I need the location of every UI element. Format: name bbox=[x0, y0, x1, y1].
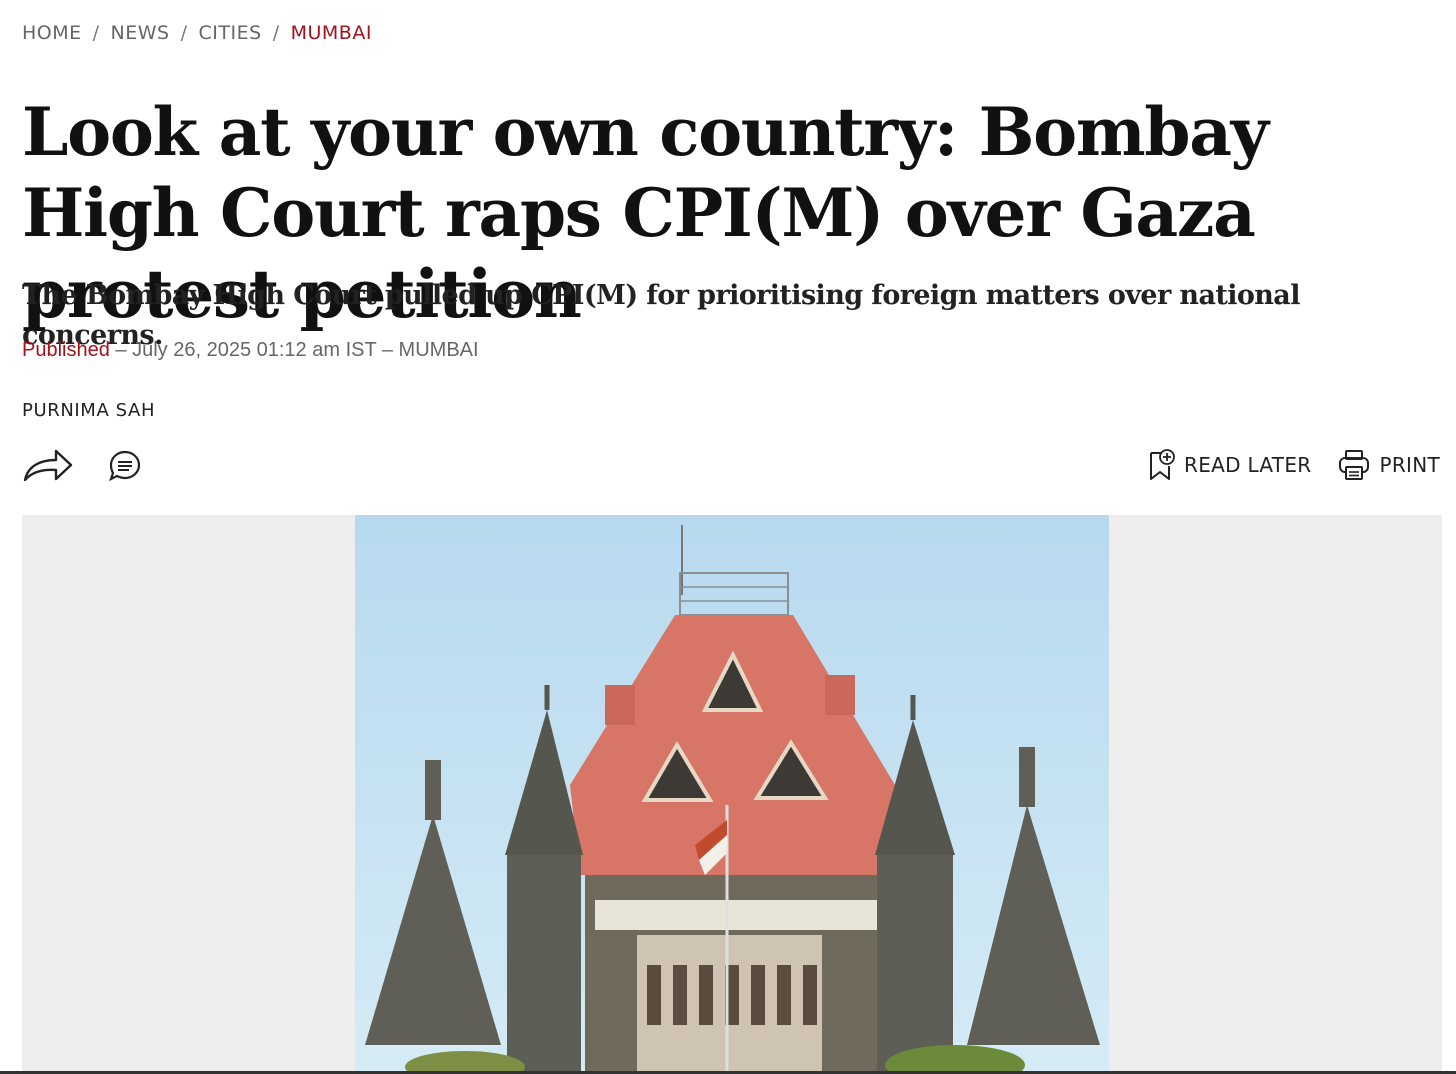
comment-bubble-icon[interactable] bbox=[108, 449, 142, 483]
breadcrumb: HOME / NEWS / CITIES / MUMBAI bbox=[22, 22, 372, 44]
print-button[interactable]: PRINT bbox=[1337, 448, 1440, 482]
published-detail: – July 26, 2025 01:12 am IST – MUMBAI bbox=[115, 339, 479, 361]
hero-photo-bombay-high-court[interactable] bbox=[355, 515, 1109, 1074]
breadcrumb-news[interactable]: NEWS bbox=[111, 22, 170, 44]
court-building-illustration bbox=[365, 525, 1100, 1074]
breadcrumb-mumbai[interactable]: MUMBAI bbox=[291, 22, 372, 44]
share-arrow-icon[interactable] bbox=[22, 446, 74, 486]
publish-meta: Published – July 26, 2025 01:12 am IST –… bbox=[22, 339, 479, 362]
breadcrumb-separator: / bbox=[92, 22, 100, 44]
hero-image-frame bbox=[22, 515, 1442, 1074]
printer-icon bbox=[1337, 448, 1371, 482]
social-toolbar bbox=[22, 446, 142, 486]
author-name[interactable]: PURNIMA SAH bbox=[22, 400, 155, 421]
read-later-label: READ LATER bbox=[1184, 453, 1312, 477]
read-later-button[interactable]: READ LATER bbox=[1148, 448, 1311, 482]
print-label: PRINT bbox=[1379, 453, 1440, 477]
breadcrumb-cities[interactable]: CITIES bbox=[199, 22, 262, 44]
breadcrumb-separator: / bbox=[272, 22, 280, 44]
breadcrumb-separator: / bbox=[180, 22, 188, 44]
published-label: Published bbox=[22, 339, 110, 361]
article-actions: READ LATER PRINT bbox=[1148, 448, 1440, 482]
breadcrumb-home[interactable]: HOME bbox=[22, 22, 82, 44]
bookmark-plus-icon bbox=[1148, 448, 1176, 482]
